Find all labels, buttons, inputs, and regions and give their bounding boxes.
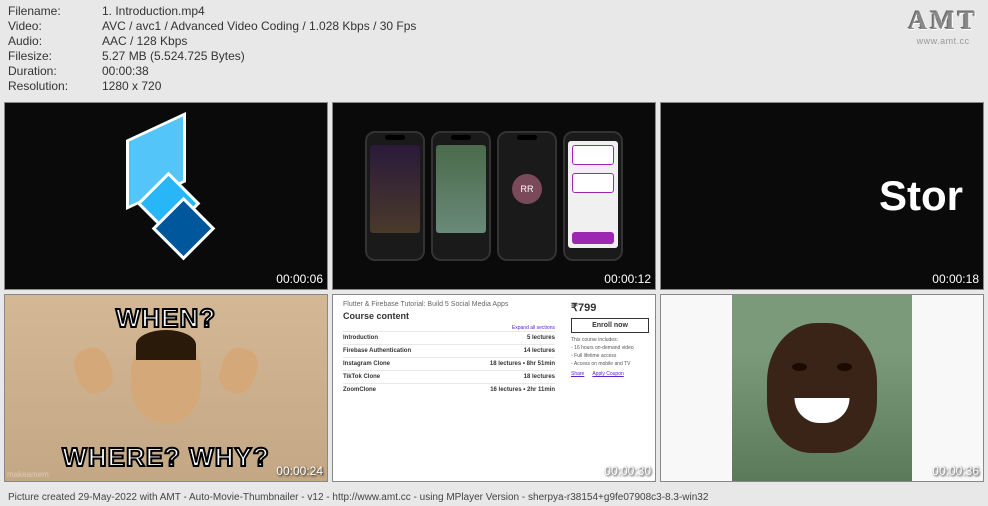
phone-mockups: RR [333, 103, 655, 289]
duration-label: Duration: [8, 64, 102, 78]
timestamp: 00:00:18 [932, 272, 979, 286]
includes-heading: This course includes: [571, 337, 649, 343]
filename-label: Filename: [8, 4, 102, 18]
flutter-logo-icon [5, 103, 327, 289]
thumbnail-4: WHEN? WHERE? WHY? makeamem 00:00:24 [4, 294, 328, 482]
stor-text: Stor [879, 172, 963, 220]
timestamp: 00:00:30 [604, 464, 651, 478]
filename-value: 1. Introduction.mp4 [102, 4, 205, 18]
course-page: Flutter & Firebase Tutorial: Build 5 Soc… [333, 295, 655, 481]
resolution-value: 1280 x 720 [102, 79, 161, 93]
logo-url: www.amt.cc [908, 36, 978, 46]
logo-text: AMT [908, 6, 978, 36]
apply-coupon-link: Apply Coupon [592, 371, 623, 377]
section-name: TikTok Clone [343, 374, 380, 380]
timestamp: 00:00:12 [604, 272, 651, 286]
avatar-initials: RR [512, 174, 542, 204]
timestamp: 00:00:24 [276, 464, 323, 478]
thumbnail-3: Stor 00:00:18 [660, 102, 984, 290]
enroll-button: Enroll now [571, 318, 649, 333]
section-info: 18 lectures • 8hr 51min [490, 361, 555, 367]
face-image [661, 295, 983, 481]
metadata-header: Filename: 1. Introduction.mp4 Video: AVC… [0, 0, 988, 102]
audio-label: Audio: [8, 34, 102, 48]
section-info: 16 lectures • 2hr 11min [490, 387, 555, 393]
course-title: Flutter & Firebase Tutorial: Build 5 Soc… [343, 301, 555, 308]
watermark: makeamem [7, 470, 49, 479]
section-name: Introduction [343, 335, 378, 341]
timestamp: 00:00:36 [932, 464, 979, 478]
thumbnail-1: 00:00:06 [4, 102, 328, 290]
section-info: 18 lectures [524, 374, 555, 380]
section-name: ZoomClone [343, 387, 376, 393]
thumbnail-5: Flutter & Firebase Tutorial: Build 5 Soc… [332, 294, 656, 482]
meme-image: WHEN? WHERE? WHY? makeamem [5, 295, 327, 481]
resolution-label: Resolution: [8, 79, 102, 93]
section-info: 5 lectures [527, 335, 555, 341]
price: ₹799 [571, 301, 649, 314]
section-name: Firebase Authentication [343, 348, 411, 354]
audio-value: AAC / 128 Kbps [102, 34, 187, 48]
video-value: AVC / avc1 / Advanced Video Coding / 1.0… [102, 19, 416, 33]
thumbnail-6: 00:00:36 [660, 294, 984, 482]
filesize-label: Filesize: [8, 49, 102, 63]
amt-logo: AMT www.amt.cc [908, 6, 978, 46]
thumbnail-grid: 00:00:06 RR 00:00:12 Stor 00:00:18 WHEN?… [0, 102, 988, 482]
share-link: Share [571, 371, 584, 377]
filesize-value: 5.27 MB (5.524.725 Bytes) [102, 49, 245, 63]
timestamp: 00:00:06 [276, 272, 323, 286]
thumbnail-2: RR 00:00:12 [332, 102, 656, 290]
course-heading: Course content [343, 311, 555, 321]
duration-value: 00:00:38 [102, 64, 149, 78]
video-label: Video: [8, 19, 102, 33]
footer-text: Picture created 29-May-2022 with AMT - A… [8, 492, 708, 503]
section-name: Instagram Clone [343, 361, 390, 367]
section-info: 14 lectures [524, 348, 555, 354]
